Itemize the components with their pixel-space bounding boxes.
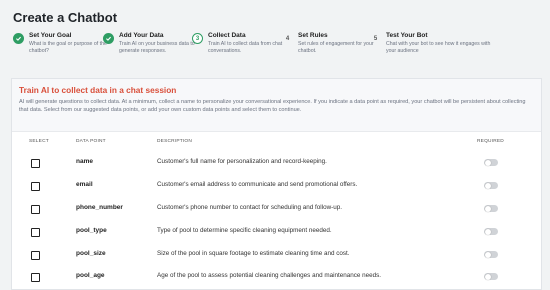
select-checkbox[interactable] xyxy=(31,159,40,168)
data-point-name: email xyxy=(76,181,93,188)
section-description: AI will generate questions to collect da… xyxy=(19,99,526,114)
toggle-knob xyxy=(484,251,491,258)
data-point-description: Customer's full name for personalization… xyxy=(157,158,327,165)
table-row: pool_age Age of the pool to assess poten… xyxy=(12,268,541,290)
col-data-point: DATA POINT xyxy=(76,139,106,144)
table-row: pool_type Type of pool to determine spec… xyxy=(12,223,541,245)
required-toggle[interactable] xyxy=(484,182,498,189)
step-title: Set Rules xyxy=(298,32,328,39)
toggle-knob xyxy=(484,228,491,235)
required-toggle[interactable] xyxy=(484,159,498,166)
data-point-name: name xyxy=(76,158,93,165)
section-title: Train AI to collect data in a chat sessi… xyxy=(19,85,177,95)
data-point-description: Customer's phone number to contact for s… xyxy=(157,204,342,211)
select-checkbox[interactable] xyxy=(31,228,40,237)
required-toggle[interactable] xyxy=(484,273,498,280)
select-checkbox[interactable] xyxy=(31,251,40,260)
check-icon xyxy=(103,33,114,44)
toggle-knob xyxy=(484,273,491,280)
collect-data-card: Train AI to collect data in a chat sessi… xyxy=(11,78,542,290)
select-checkbox[interactable] xyxy=(31,182,40,191)
table-row: phone_number Customer's phone number to … xyxy=(12,200,541,222)
select-checkbox[interactable] xyxy=(31,273,40,282)
step-title: Add Your Data xyxy=(119,32,164,39)
data-point-name: pool_size xyxy=(76,250,106,257)
required-toggle[interactable] xyxy=(484,251,498,258)
data-point-name: pool_age xyxy=(76,272,105,279)
card-header: Train AI to collect data in a chat sessi… xyxy=(12,79,541,132)
table-row: email Customer's email address to commun… xyxy=(12,177,541,199)
data-point-description: Customer's email address to communicate … xyxy=(157,181,358,188)
stepper: Set Your Goal What is the goal or purpos… xyxy=(0,32,550,72)
col-description: DESCRIPTION xyxy=(157,139,192,144)
toggle-knob xyxy=(484,182,491,189)
required-toggle[interactable] xyxy=(484,205,498,212)
step-number-badge: 5 xyxy=(373,35,378,42)
data-point-description: Type of pool to determine specific clean… xyxy=(157,227,332,234)
step-description: Chat with your bot to see how it engages… xyxy=(386,41,491,55)
check-icon xyxy=(13,33,24,44)
table-header: SELECT DATA POINT DESCRIPTION REQUIRED xyxy=(12,139,541,149)
col-select: SELECT xyxy=(29,139,49,144)
step-title: Set Your Goal xyxy=(29,32,72,39)
step-number-badge: 3 xyxy=(192,33,203,44)
toggle-knob xyxy=(484,205,491,212)
data-point-description: Size of the pool in square footage to es… xyxy=(157,250,350,257)
step-number-badge: 4 xyxy=(285,35,290,42)
page: Create a Chatbot Set Your Goal What is t… xyxy=(0,0,550,290)
step-description: Train AI to collect data from chat conve… xyxy=(208,41,283,55)
data-point-description: Age of the pool to assess potential clea… xyxy=(157,272,382,279)
page-title: Create a Chatbot xyxy=(13,10,118,25)
toggle-knob xyxy=(484,159,491,166)
step-title: Test Your Bot xyxy=(386,32,428,39)
table-row: name Customer's full name for personaliz… xyxy=(12,154,541,176)
step-title: Collect Data xyxy=(208,32,246,39)
col-required: REQUIRED xyxy=(477,139,504,144)
table-row: pool_size Size of the pool in square foo… xyxy=(12,246,541,268)
step-description: What is the goal or purpose of the chatb… xyxy=(29,41,107,55)
data-point-name: pool_type xyxy=(76,227,107,234)
select-checkbox[interactable] xyxy=(31,205,40,214)
required-toggle[interactable] xyxy=(484,228,498,235)
data-point-name: phone_number xyxy=(76,204,123,211)
